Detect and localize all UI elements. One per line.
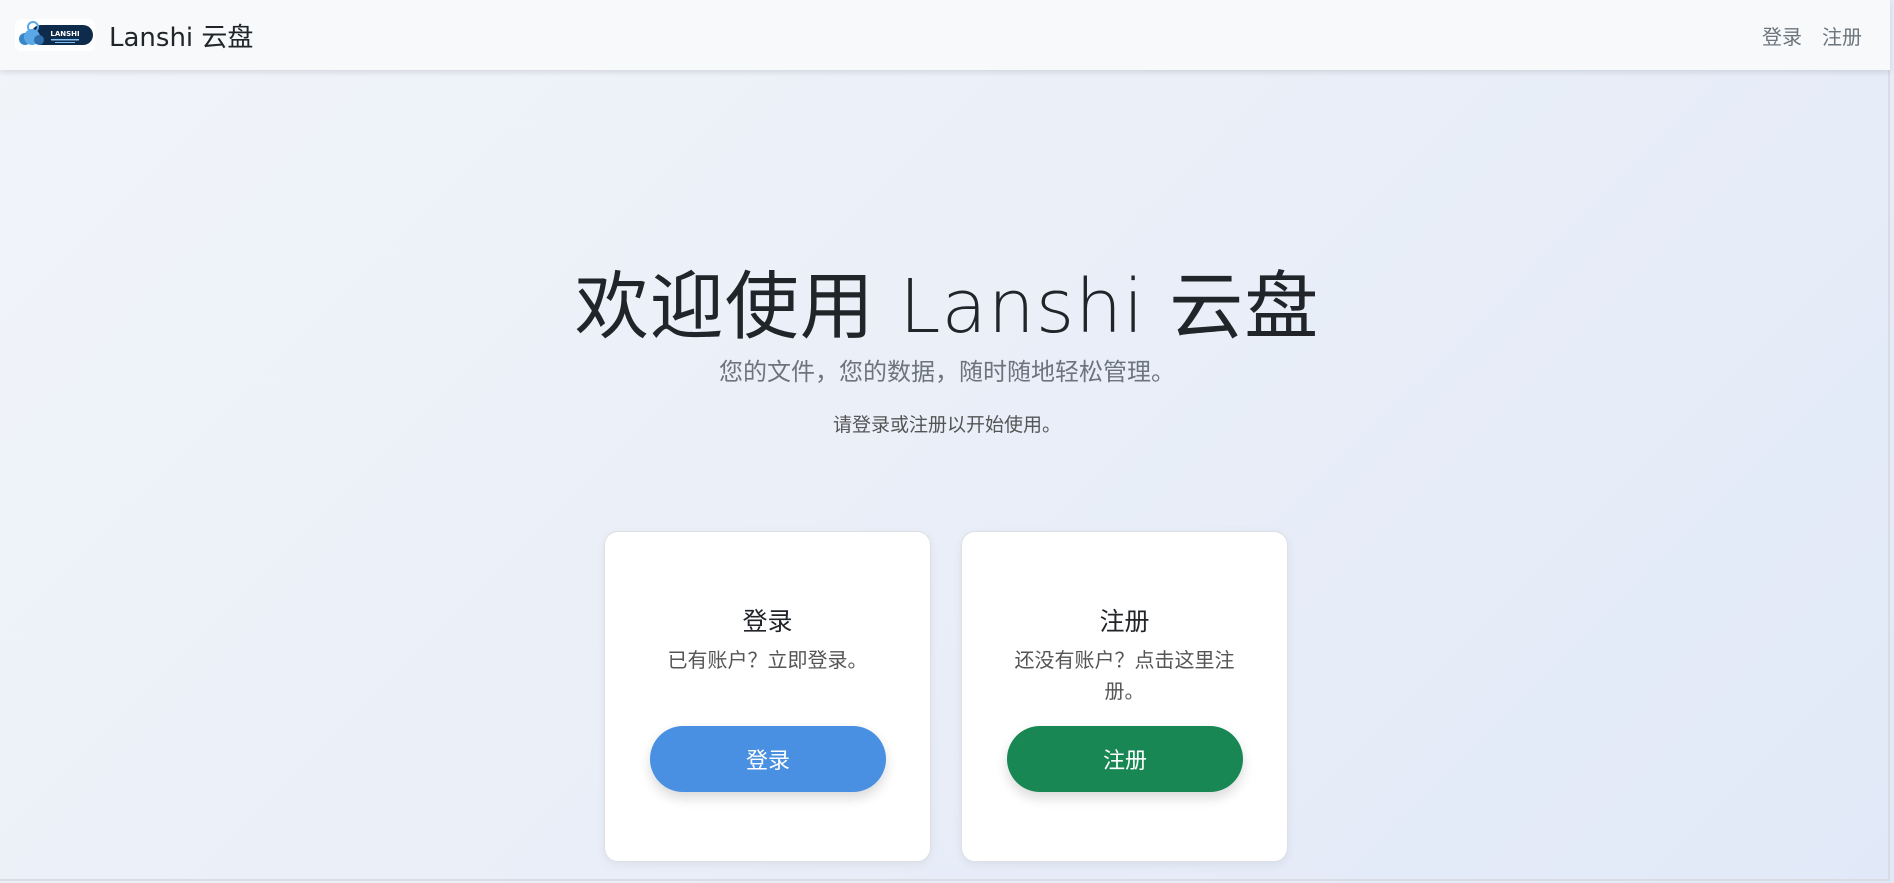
login-button[interactable]: 登录 (650, 726, 886, 792)
login-card-text: 已有账户？立即登录。 (667, 648, 868, 672)
page-title: 欢迎使用 Lanshi 云盘 (574, 264, 1320, 350)
login-card: 登录 已有账户？立即登录。 登录 (604, 531, 931, 862)
login-card-title: 登录 (742, 607, 793, 636)
brand-name: Lanshi 云盘 (109, 22, 254, 53)
logo-wordmark: LANSHI (50, 30, 79, 38)
nav-register-link[interactable]: 注册 (1822, 21, 1862, 50)
brand-link[interactable]: LANSHI Lanshi 云盘 (15, 15, 253, 55)
register-button[interactable]: 注册 (1007, 726, 1243, 792)
register-card: 注册 还没有账户？点击这里注册。 注册 (961, 531, 1288, 862)
register-card-title: 注册 (1099, 607, 1150, 636)
hero-section: 欢迎使用 Lanshi 云盘 您的文件，您的数据，随时随地轻松管理。 请登录或注… (0, 262, 1894, 438)
lanshi-logo-icon: LANSHI (15, 19, 95, 51)
hero-lead: 您的文件，您的数据，随时随地轻松管理。 (719, 358, 1175, 386)
nav-links: 登录 注册 (1762, 0, 1862, 70)
nav-login-link[interactable]: 登录 (1762, 21, 1802, 50)
window-frame (0, 0, 1890, 881)
register-card-text: 还没有账户？点击这里注册。 (1014, 648, 1235, 703)
top-navbar: LANSHI Lanshi 云盘 登录 注册 (0, 0, 1890, 70)
hero-prompt: 请登录或注册以开始使用。 (832, 414, 1061, 436)
